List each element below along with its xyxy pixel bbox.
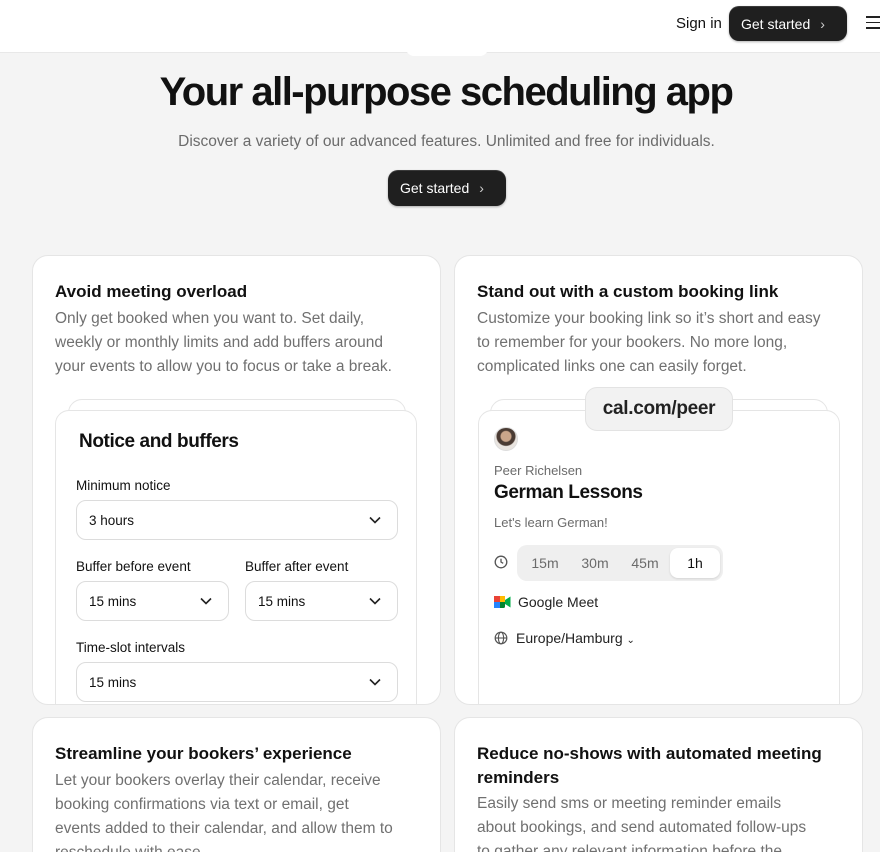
avatar bbox=[494, 427, 518, 451]
feature-card-reminders: Reduce no-shows with automated meeting r… bbox=[454, 717, 863, 852]
timezone-select[interactable]: Europe/Hamburg ⌄ bbox=[516, 630, 635, 646]
hero-get-started-button[interactable]: Get started › bbox=[388, 170, 506, 206]
card-title: Reduce no-shows with automated meeting r… bbox=[477, 744, 822, 787]
chevron-down-icon bbox=[369, 597, 381, 605]
buffer-before-label: Buffer before event bbox=[76, 559, 191, 574]
minimum-notice-select[interactable]: 3 hours bbox=[76, 500, 398, 540]
feature-card-bookers: Streamline your bookers’ experience Let … bbox=[32, 717, 441, 852]
globe-icon bbox=[494, 631, 508, 645]
hero-get-started-label: Get started bbox=[400, 180, 470, 196]
card-title: Avoid meeting overload bbox=[55, 282, 248, 301]
panel-title: Notice and buffers bbox=[79, 431, 239, 452]
duration-option-15m[interactable]: 15m bbox=[520, 548, 570, 578]
feature-card-overload: Avoid meeting overload Only get booked w… bbox=[32, 255, 441, 705]
duration-option-30m[interactable]: 30m bbox=[570, 548, 620, 578]
minimum-notice-label: Minimum notice bbox=[76, 478, 171, 493]
booking-preview-panel: Peer Richelsen German Lessons Let's lear… bbox=[478, 410, 840, 704]
chevron-down-icon bbox=[200, 597, 212, 605]
hero-title: Your all-purpose scheduling app bbox=[159, 70, 734, 114]
clock-icon bbox=[494, 555, 508, 569]
top-navigation-bar: Sign in Get started › bbox=[0, 0, 880, 53]
booking-url-chip: cal.com/peer bbox=[585, 387, 733, 431]
chevron-down-icon: ⌄ bbox=[626, 635, 635, 646]
card-title: Streamline your bookers’ experience bbox=[55, 744, 352, 763]
location-label: Google Meet bbox=[518, 594, 599, 610]
duration-option-45m[interactable]: 45m bbox=[620, 548, 670, 578]
event-title: German Lessons bbox=[494, 482, 643, 503]
sign-in-link[interactable]: Sign in bbox=[676, 15, 722, 32]
card-description: Let your bookers overlay their calendar,… bbox=[55, 772, 393, 852]
buffer-after-select[interactable]: 15 mins bbox=[245, 581, 398, 621]
buffer-after-label: Buffer after event bbox=[245, 559, 349, 574]
header-get-started-label: Get started bbox=[741, 15, 811, 32]
time-slot-interval-label: Time-slot intervals bbox=[76, 640, 186, 655]
time-slot-interval-select[interactable]: 15 mins bbox=[76, 662, 398, 702]
card-description: Only get booked when you want to. Set da… bbox=[55, 310, 392, 375]
chevron-down-icon bbox=[369, 516, 381, 524]
notice-buffers-panel: Notice and buffers Minimum notice 3 hour… bbox=[55, 410, 417, 704]
buffer-before-select[interactable]: 15 mins bbox=[76, 581, 229, 621]
duration-selector: 15m 30m 45m 1h bbox=[517, 545, 723, 581]
feature-card-booking-link: Stand out with a custom booking link Cus… bbox=[454, 255, 863, 705]
menu-icon[interactable] bbox=[866, 16, 880, 30]
card-description: Customize your booking link so it’s shor… bbox=[477, 310, 821, 375]
card-title: Stand out with a custom booking link bbox=[477, 282, 779, 301]
hero-subtitle: Discover a variety of our advanced featu… bbox=[178, 133, 715, 150]
chevron-right-icon: › bbox=[479, 180, 484, 196]
card-description: Easily send sms or meeting reminder emai… bbox=[477, 795, 807, 852]
google-meet-icon bbox=[494, 596, 511, 608]
event-description: Let's learn German! bbox=[494, 515, 608, 530]
chevron-down-icon bbox=[369, 678, 381, 686]
chevron-right-icon: › bbox=[820, 15, 825, 32]
duration-option-1h[interactable]: 1h bbox=[670, 548, 720, 578]
announcement-pill[interactable] bbox=[406, 48, 488, 56]
host-name: Peer Richelsen bbox=[494, 463, 583, 478]
header-get-started-button[interactable]: Get started › bbox=[729, 6, 847, 41]
